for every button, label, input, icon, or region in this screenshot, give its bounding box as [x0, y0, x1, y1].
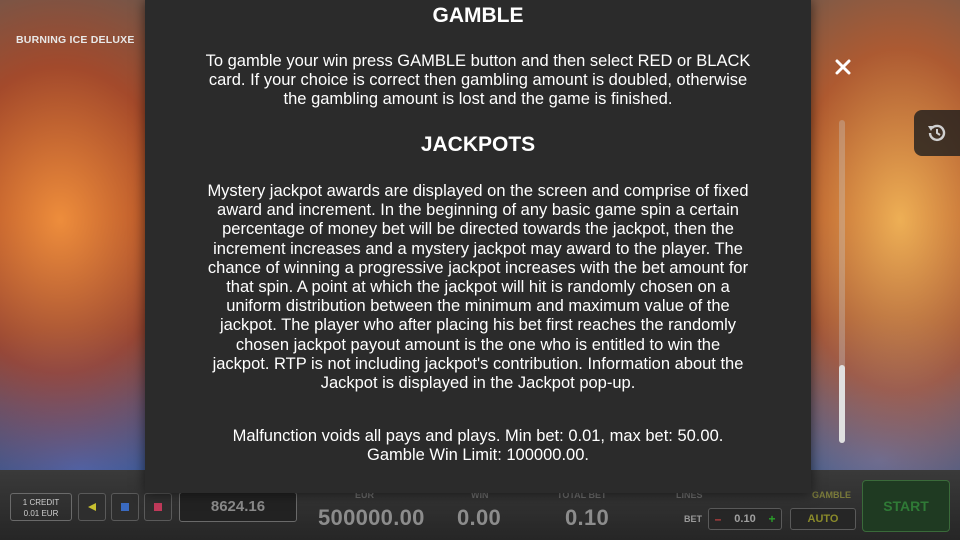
bet-label: BET [684, 514, 702, 524]
bet-value: 0.10 [734, 513, 756, 525]
history-button[interactable] [914, 110, 960, 156]
limits-line: Gamble Win Limit: 100000.00. [367, 446, 589, 465]
credit-label: 1 CREDIT [22, 498, 60, 507]
gamble-line: the gambling amount is lost and the game… [283, 90, 673, 109]
jackpots-line: jackpot. RTP is not including jackpot's … [212, 354, 744, 373]
limits-paragraph: Malfunction voids all pays and plays. Mi… [145, 427, 811, 465]
close-icon [835, 59, 851, 75]
limits-line: Malfunction voids all pays and plays. Mi… [232, 427, 724, 445]
jackpots-line: percentage of money bet will be directed… [222, 220, 734, 239]
jackpots-line: that spin. A point at which the jackpot … [226, 278, 730, 297]
credit-value-button[interactable]: 1 CREDIT 0.01 EUR [10, 493, 72, 521]
paytable-modal: GAMBLE To gamble your win press GAMBLE b… [145, 0, 811, 493]
jackpot-value: 500000.00 [318, 505, 425, 530]
auto-button[interactable]: AUTO [790, 508, 856, 530]
jackpots-line: Mystery jackpot awards are displayed on … [207, 182, 749, 200]
jackpots-line: chance of winning a progressive jackpot … [207, 258, 749, 277]
game-title: BURNING ICE DELUXE [16, 34, 135, 46]
close-button[interactable] [832, 58, 854, 80]
jackpots-line: jackpot. The player who after placing hi… [219, 316, 737, 335]
menu-button[interactable] [144, 493, 172, 521]
jackpots-line: Jackpot is displayed in the Jackpot pop-… [320, 374, 636, 393]
bet-increase-button[interactable]: + [765, 509, 779, 529]
arrow-left-button[interactable] [78, 493, 106, 521]
gamble-line: card. If your choice is correct then gam… [208, 71, 748, 90]
sound-button[interactable] [111, 493, 139, 521]
credit-value: 0.01 EUR [23, 509, 59, 518]
jackpots-line: increment increases and a mystery jackpo… [213, 239, 743, 258]
jackpots-line: uniform distribution between the minimum… [226, 297, 730, 316]
menu-icon [154, 503, 162, 511]
gamble-title: GAMBLE [432, 4, 524, 27]
arrow-left-icon [88, 503, 96, 511]
gamble-line: To gamble your win press GAMBLE button a… [205, 52, 751, 70]
scrollbar-thumb[interactable] [839, 365, 845, 443]
total-bet-value: 0.10 [565, 505, 610, 530]
history-icon [928, 124, 946, 142]
win-value: 0.00 [457, 505, 502, 530]
jackpots-line: award and increment. In the beginning of… [217, 201, 739, 220]
jackpots-paragraph: Mystery jackpot awards are displayed on … [145, 182, 811, 393]
gamble-paragraph: To gamble your win press GAMBLE button a… [145, 52, 811, 110]
gamble-button[interactable]: GAMBLE [812, 490, 851, 500]
bet-selector: – 0.10 + [708, 508, 782, 530]
sound-icon [121, 503, 129, 511]
start-button[interactable]: START [862, 480, 950, 532]
bet-decrease-button[interactable]: – [711, 509, 725, 529]
modal-scrollbar[interactable] [839, 120, 845, 443]
jackpots-line: chosen jackpot payout amount is the one … [235, 335, 721, 354]
jackpots-title: JACKPOTS [420, 133, 536, 156]
balance-display: 8624.16 [179, 492, 297, 522]
